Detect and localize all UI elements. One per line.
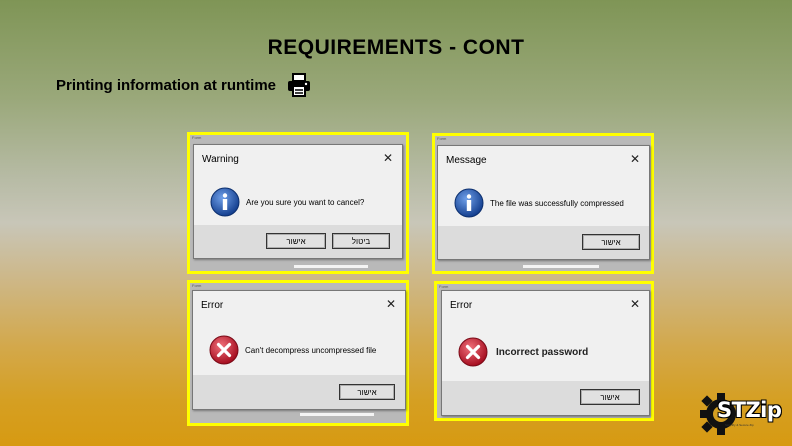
subtitle-row: Printing information at runtime bbox=[56, 73, 312, 97]
dialog-footer: אישור bbox=[442, 381, 649, 415]
dialog-message: Are you sure you want to cancel? bbox=[246, 197, 365, 207]
dialog-title: Error bbox=[450, 300, 473, 311]
dialog-message: Can't decompress uncompressed file bbox=[245, 345, 377, 355]
dialog-footer: אישור bbox=[193, 375, 405, 409]
cancel-button[interactable]: ביטול bbox=[332, 233, 390, 249]
dialog-body: Incorrect password bbox=[442, 337, 649, 367]
ok-button[interactable]: אישור bbox=[582, 234, 640, 250]
message-dialog: Message ✕ The file was successfully comp… bbox=[437, 145, 650, 260]
slide-subtitle: Printing information at runtime bbox=[56, 76, 276, 94]
info-icon bbox=[454, 188, 484, 218]
printer-icon bbox=[286, 73, 312, 97]
logo-tagline: Simplify & Secure Zip bbox=[725, 423, 754, 427]
error-icon bbox=[458, 337, 488, 367]
error-dialog: Error ✕ Can't decompress uncompressed fi… bbox=[192, 290, 406, 410]
dialog-footer: אישור bbox=[438, 226, 649, 259]
dialog-title: Error bbox=[201, 300, 224, 311]
slide-title: REQUIREMENTS - CONT bbox=[267, 36, 525, 59]
warning-dialog: Warning ✕ Are you sure you want to cance… bbox=[193, 144, 403, 259]
close-icon[interactable]: ✕ bbox=[383, 151, 393, 165]
dialog-body: Are you sure you want to cancel? bbox=[194, 187, 402, 217]
info-icon bbox=[210, 187, 240, 217]
close-icon[interactable]: ✕ bbox=[630, 297, 640, 311]
message-dialog-frame: Form Message ✕ The file was successfully… bbox=[432, 133, 654, 274]
error-dialog: Error ✕ Incorrect password אישור bbox=[441, 290, 650, 416]
dialog-body: The file was successfully compressed bbox=[438, 188, 649, 218]
logo-text: STZip bbox=[717, 398, 782, 422]
ok-button[interactable]: אישור bbox=[339, 384, 395, 400]
error-password-dialog-frame: Form Error ✕ Incorrect password אישור bbox=[434, 281, 654, 421]
dialog-message: The file was successfully compressed bbox=[490, 198, 624, 208]
close-icon[interactable]: ✕ bbox=[386, 297, 396, 311]
error-icon bbox=[209, 335, 239, 365]
error-decompress-dialog-frame: Form Error ✕ Can't decompress uncompress… bbox=[187, 280, 409, 426]
dialog-footer: אישור ביטול bbox=[194, 225, 402, 258]
dialog-message: Incorrect password bbox=[496, 346, 589, 358]
warning-dialog-frame: Form Warning ✕ Are you sure you want to … bbox=[187, 132, 409, 274]
close-icon[interactable]: ✕ bbox=[630, 152, 640, 166]
dialog-title: Message bbox=[446, 155, 487, 166]
dialog-body: Can't decompress uncompressed file bbox=[193, 335, 405, 365]
dialog-title: Warning bbox=[202, 154, 239, 165]
stzip-logo: STZip Simplify & Secure Zip bbox=[697, 390, 783, 438]
ok-button[interactable]: אישור bbox=[266, 233, 326, 249]
ok-button[interactable]: אישור bbox=[580, 389, 640, 405]
